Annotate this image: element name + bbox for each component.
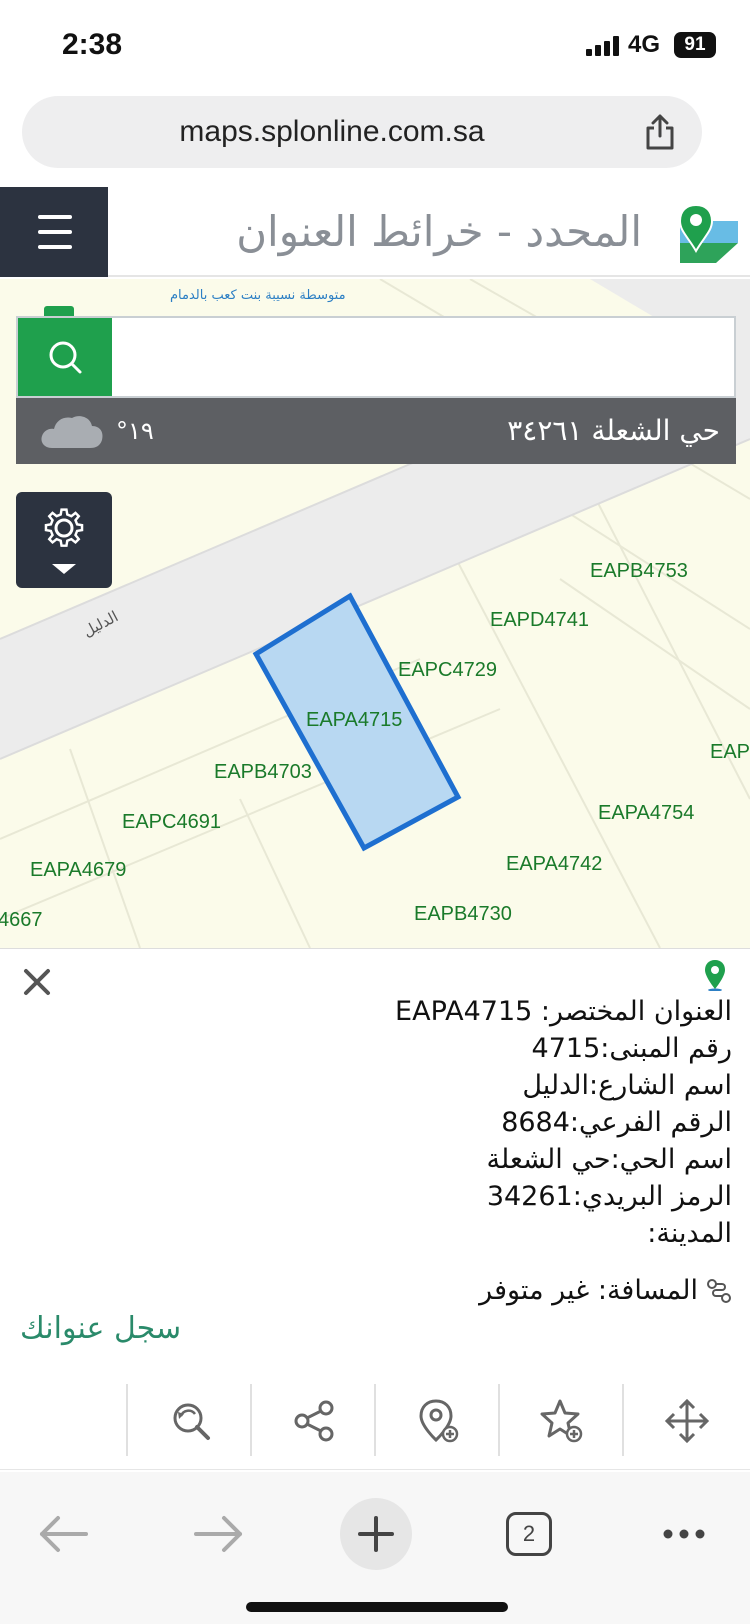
status-bar: 2:38 4G 91 [0, 0, 750, 90]
secondary-number: الرقم الفرعي:8684 [501, 1107, 732, 1138]
back-arrow-icon[interactable] [24, 1494, 104, 1574]
add-location-button[interactable] [376, 1370, 500, 1470]
move-icon [664, 1398, 710, 1444]
logo-icon [678, 203, 738, 263]
chevron-down-icon [52, 564, 76, 574]
share-button[interactable] [252, 1370, 376, 1470]
address-details-panel: العنوان المختصر: EAPA4715 رقم المبنى:471… [0, 948, 750, 1368]
app-title: المحدد - خرائط العنوان الوطني [236, 207, 642, 330]
new-tab-icon[interactable] [336, 1494, 416, 1574]
forward-arrow-icon[interactable] [178, 1494, 258, 1574]
search-box [16, 316, 736, 398]
status-time: 2:38 [62, 28, 123, 61]
address-info: العنوان المختصر: EAPA4715 رقم المبنى:471… [52, 993, 732, 1252]
postal-code: الرمز البريدي:34261 [486, 1181, 732, 1212]
cloud-icon [41, 416, 103, 448]
location-info-strip: °١٩ حي الشعلة ٣٤٢٦١ [16, 398, 736, 464]
search-button[interactable] [18, 318, 112, 396]
search-input[interactable] [114, 318, 734, 396]
browser-bottom-bar: 2 [0, 1472, 750, 1624]
move-button[interactable] [624, 1370, 748, 1470]
suggestion-hint[interactable]: متوسطة نسيبة بنت كعب بالدمام [170, 288, 346, 303]
app-header: المحدد - خرائط العنوان الوطني [0, 187, 750, 330]
network-type: 4G [628, 31, 661, 58]
parcel-label[interactable]: EAPB4703 [214, 761, 312, 784]
home-indicator [246, 1602, 508, 1612]
share-icon [294, 1400, 334, 1442]
parcel-label[interactable]: EAPB4753 [590, 560, 688, 583]
url-bar[interactable]: maps.splonline.com.sa [22, 96, 702, 168]
add-favorite-icon [540, 1399, 583, 1443]
url-text[interactable]: maps.splonline.com.sa [22, 96, 642, 168]
register-address-link[interactable]: سجل عنوانك [20, 1311, 181, 1346]
parcel-label[interactable]: EAPB4730 [414, 903, 512, 926]
tabs-count: 2 [506, 1512, 552, 1556]
route-icon [707, 1278, 731, 1303]
share-icon[interactable] [640, 112, 680, 152]
distance-text: المسافة: غير متوفر [479, 1275, 698, 1306]
parcel-label[interactable]: EAPC4729 [398, 659, 497, 682]
short-address: العنوان المختصر: EAPA4715 [395, 996, 732, 1027]
action-toolbar [0, 1370, 750, 1470]
parcel-label[interactable]: EAPA4679 [30, 859, 126, 882]
add-location-icon [419, 1399, 459, 1443]
distance-row: المسافة: غير متوفر [479, 1275, 732, 1306]
parcel-label[interactable]: EAPA4715 [306, 709, 402, 732]
gear-icon [44, 508, 84, 574]
map-settings-button[interactable] [16, 492, 112, 588]
parcel-label[interactable]: EAPA4754 [598, 802, 694, 825]
parcel-label[interactable]: 4667 [0, 909, 43, 932]
tabs-button[interactable]: 2 [490, 1494, 570, 1574]
zoom-out-search-icon [173, 1403, 210, 1440]
parcel-label[interactable]: EAP [710, 741, 750, 764]
city: المدينة: [647, 1218, 732, 1249]
more-options-icon[interactable] [644, 1494, 724, 1574]
search-icon [49, 341, 82, 374]
district-name: اسم الحي:حي الشعلة [486, 1144, 732, 1175]
zoom-search-button[interactable] [128, 1370, 252, 1470]
add-favorite-button[interactable] [500, 1370, 624, 1470]
building-number: رقم المبنى:4715 [531, 1033, 732, 1064]
district-info: حي الشعلة ٣٤٢٦١ [507, 414, 720, 447]
street-name: اسم الشارع:الدليل [522, 1070, 732, 1101]
signal-icon [586, 36, 620, 56]
battery-icon: 91 [674, 32, 716, 58]
location-pin-icon [705, 960, 725, 991]
menu-button[interactable] [0, 187, 108, 277]
temperature: °١٩ [116, 417, 154, 445]
close-icon[interactable] [22, 967, 52, 997]
parcel-label[interactable]: EAPC4691 [122, 811, 221, 834]
parcel-label[interactable]: EAPD4741 [490, 609, 589, 632]
parcel-label[interactable]: EAPA4742 [506, 853, 602, 876]
